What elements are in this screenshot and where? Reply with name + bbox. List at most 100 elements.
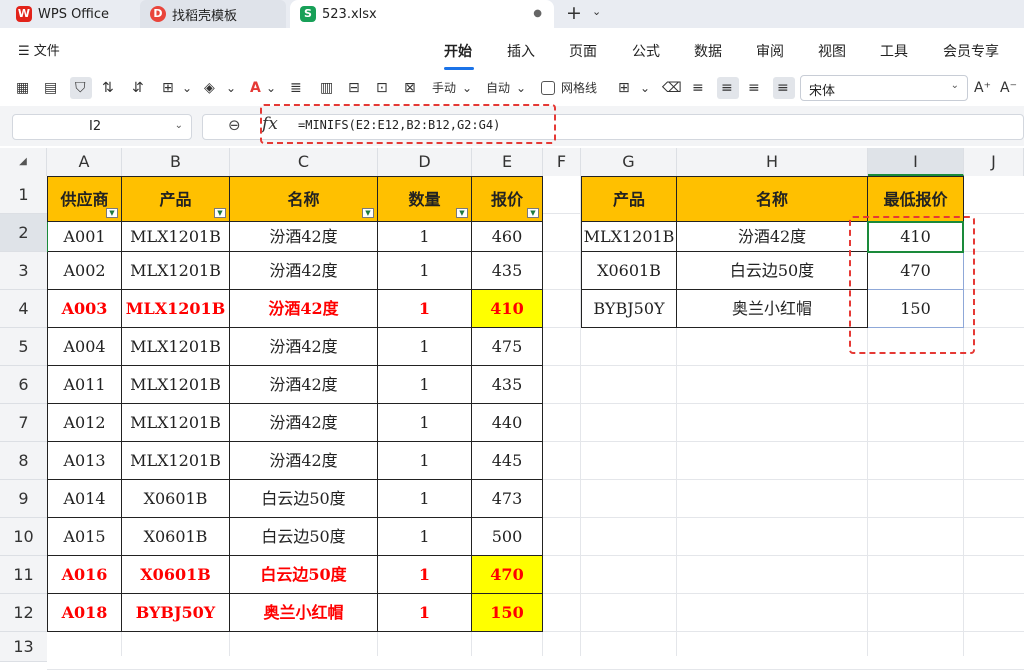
chevron-down-icon[interactable]: ⌄ (516, 78, 526, 98)
column-header-b[interactable]: B (122, 148, 230, 176)
table2-cell[interactable]: 150 (868, 290, 964, 328)
font-color-icon[interactable]: A (250, 78, 261, 98)
table1-cell[interactable]: 1 (378, 480, 472, 518)
table1-cell[interactable]: 500 (472, 518, 543, 556)
menu-data[interactable]: 数据 (694, 41, 722, 61)
column-header-c[interactable]: C (230, 148, 378, 176)
table1-header-cell[interactable]: 名称 ▼ (230, 176, 378, 222)
menu-home[interactable]: 开始 (444, 41, 472, 61)
name-box[interactable]: I2 ⌄ (12, 114, 192, 140)
filter-dropdown-icon[interactable]: ▼ (106, 208, 118, 218)
file-menu[interactable]: ☰ 文件 (18, 40, 60, 59)
table1-cell[interactable]: 汾酒42度 (230, 366, 378, 404)
table1-cell[interactable]: A004 (47, 328, 122, 366)
table1-cell[interactable]: A015 (47, 518, 122, 556)
align-right-icon[interactable]: ≡ (748, 78, 760, 98)
table2-cell[interactable]: X0601B (581, 252, 677, 290)
column-header-f[interactable]: F (543, 148, 581, 176)
justify-icon[interactable]: ≡ (777, 78, 789, 98)
table1-cell[interactable]: A001 (47, 222, 122, 252)
decrease-font-icon[interactable]: A⁻ (1000, 78, 1017, 98)
table-style-icon[interactable]: ⊞ (618, 78, 630, 98)
row-header-11[interactable]: 11 (0, 556, 47, 594)
filter-dropdown-icon[interactable]: ▼ (527, 208, 539, 218)
menu-formula[interactable]: 公式 (632, 41, 660, 61)
table1-cell[interactable]: A013 (47, 442, 122, 480)
column-header-h[interactable]: H (677, 148, 868, 176)
table1-cell[interactable]: 1 (378, 594, 472, 632)
column-header-e[interactable]: E (472, 148, 543, 176)
gridlines-checkbox[interactable] (541, 81, 555, 95)
filter-dropdown-icon[interactable]: ▼ (362, 208, 374, 218)
menu-review[interactable]: 审阅 (756, 41, 784, 61)
table1-cell[interactable]: A011 (47, 366, 122, 404)
fx-icon[interactable]: fx (262, 114, 278, 134)
table1-cell[interactable]: 1 (378, 518, 472, 556)
table1-cell[interactable]: 470 (472, 556, 543, 594)
border-icon[interactable]: ⊞ (162, 78, 174, 98)
row-header-9[interactable]: 9 (0, 480, 47, 518)
row-header-2[interactable]: 2 (0, 214, 47, 252)
table1-cell[interactable]: 汾酒42度 (230, 252, 378, 290)
table2-cell[interactable]: MLX1201B (581, 222, 677, 252)
table2-cell[interactable]: 奥兰小红帽 (677, 290, 868, 328)
table1-header-cell[interactable]: 产品 ▼ (122, 176, 230, 222)
table1-cell[interactable]: 汾酒42度 (230, 404, 378, 442)
menu-member[interactable]: 会员专享 (943, 41, 999, 61)
filter-icon[interactable]: ⛉ (75, 78, 86, 98)
table1-cell[interactable]: 汾酒42度 (230, 222, 378, 252)
auto-sum-button[interactable]: 自动 (486, 78, 510, 98)
formula-text[interactable]: =MINIFS(E2:E12,B2:B12,G2:G4) (298, 118, 500, 132)
table1-cell[interactable]: A018 (47, 594, 122, 632)
column-header-g[interactable]: G (581, 148, 677, 176)
table1-cell[interactable]: 150 (472, 594, 543, 632)
table1-cell[interactable]: 1 (378, 222, 472, 252)
clear-format-icon[interactable]: ⌫ (662, 78, 682, 98)
table1-cell[interactable]: 1 (378, 328, 472, 366)
table2-cell[interactable]: 470 (868, 252, 964, 290)
row-col-icon[interactable]: ▥ (320, 78, 333, 98)
chevron-down-icon[interactable]: ⌄ (226, 78, 236, 98)
table2-cell[interactable]: 汾酒42度 (677, 222, 868, 252)
table1-cell[interactable]: 汾酒42度 (230, 290, 378, 328)
table1-cell[interactable]: A002 (47, 252, 122, 290)
table1-cell[interactable]: MLX1201B (122, 442, 230, 480)
table1-cell[interactable]: 白云边50度 (230, 480, 378, 518)
paste-format-icon[interactable]: ▤ (44, 78, 57, 98)
table1-cell[interactable]: 1 (378, 442, 472, 480)
table2-header-cell[interactable]: 最低报价 (868, 176, 964, 222)
table1-cell[interactable]: 445 (472, 442, 543, 480)
column-header-i[interactable]: I (868, 148, 964, 176)
table1-cell[interactable]: 473 (472, 480, 543, 518)
table1-cell[interactable]: X0601B (122, 556, 230, 594)
new-tab-icon[interactable]: + (566, 2, 582, 24)
chevron-down-icon[interactable]: ⌄ (640, 78, 650, 98)
table1-cell[interactable]: 汾酒42度 (230, 328, 378, 366)
chevron-down-icon[interactable]: ⌄ (182, 78, 192, 98)
chevron-down-icon[interactable]: ⌄ (462, 78, 472, 98)
filter-dropdown-icon[interactable]: ▼ (456, 208, 468, 218)
table1-cell[interactable]: 1 (378, 556, 472, 594)
table1-header-cell[interactable]: 供应商 ▼ (47, 176, 122, 222)
table1-cell[interactable]: MLX1201B (122, 404, 230, 442)
row-header-3[interactable]: 3 (0, 252, 47, 290)
column-header-d[interactable]: D (378, 148, 472, 176)
row-header-5[interactable]: 5 (0, 328, 47, 366)
row-header-13[interactable]: 13 (0, 632, 47, 662)
increase-font-icon[interactable]: A⁺ (974, 78, 991, 98)
table1-cell[interactable]: BYBJ50Y (122, 594, 230, 632)
table1-cell[interactable]: 奥兰小红帽 (230, 594, 378, 632)
table1-cell[interactable]: A003 (47, 290, 122, 328)
table1-cell[interactable]: 1 (378, 290, 472, 328)
number-format-icon[interactable]: ▦ (16, 78, 29, 98)
table1-cell[interactable]: 1 (378, 252, 472, 290)
row-header-10[interactable]: 10 (0, 518, 47, 556)
table1-cell[interactable]: 410 (472, 290, 543, 328)
table1-cell[interactable]: 汾酒42度 (230, 442, 378, 480)
wrap-text-icon[interactable]: ≣ (290, 78, 302, 98)
select-all-corner[interactable]: ◢ (0, 148, 47, 176)
row-header-12[interactable]: 12 (0, 594, 47, 632)
row-header-4[interactable]: 4 (0, 290, 47, 328)
freeze-icon[interactable]: ⊡ (376, 78, 388, 98)
table2-cell[interactable]: 410 (868, 222, 964, 252)
